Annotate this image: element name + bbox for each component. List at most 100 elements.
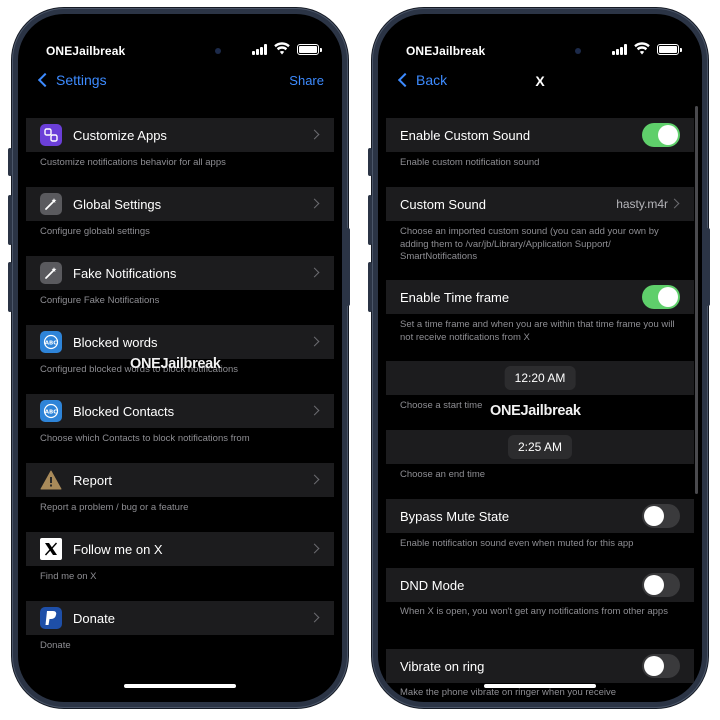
setting-footer: Enable notification sound even when mute… — [400, 538, 634, 549]
paypal-icon — [40, 607, 62, 629]
wand-icon — [40, 193, 62, 215]
back-label: Settings — [56, 72, 107, 88]
setting-label: DND Mode — [400, 577, 465, 593]
menu-item-blocked-words[interactable]: ABC Blocked words — [26, 325, 334, 359]
volume-up-button — [8, 195, 12, 245]
enable-custom-sound-toggle[interactable] — [642, 123, 680, 147]
dnd-mode-row: DND Mode — [386, 568, 694, 602]
menu-item-footer: Configure globabl settings — [40, 226, 150, 237]
battery-icon — [297, 44, 322, 55]
scrollbar[interactable] — [695, 106, 698, 494]
bypass-mute-row: Bypass Mute State — [386, 499, 694, 533]
enable-time-frame-toggle[interactable] — [642, 285, 680, 309]
start-time-picker[interactable]: 12:20 AM — [504, 366, 576, 390]
volume-down-button — [8, 262, 12, 312]
status-bar: ONEJailbreak — [378, 40, 702, 60]
setting-label: Enable Time frame — [400, 289, 510, 305]
watermark: ONEJailbreak — [490, 403, 581, 419]
menu-item-fake-notifications[interactable]: Fake Notifications — [26, 256, 334, 290]
toggle-knob — [658, 125, 678, 145]
setting-label: Enable Custom Sound — [400, 127, 531, 143]
signal-icon — [252, 44, 268, 55]
menu-item-follow-x[interactable]: Follow me on X — [26, 532, 334, 566]
dnd-mode-toggle[interactable] — [642, 573, 680, 597]
menu-item-blocked-contacts[interactable]: ABC Blocked Contacts — [26, 394, 334, 428]
toggle-knob — [644, 575, 664, 595]
menu-item-label: Blocked Contacts — [73, 403, 175, 419]
enable-time-frame-row: Enable Time frame — [386, 280, 694, 314]
chevron-left-icon — [37, 72, 53, 88]
setting-label: Vibrate on ring — [400, 658, 485, 674]
page-title: X — [535, 73, 545, 89]
menu-item-footer: Donate — [40, 640, 71, 651]
battery-icon — [657, 44, 682, 55]
setting-footer: Enable custom notification sound — [400, 157, 540, 168]
chevron-right-icon — [309, 267, 320, 278]
menu-item-report[interactable]: Report — [26, 463, 334, 497]
status-bar: ONEJailbreak — [18, 40, 342, 60]
menu-item-footer: Find me on X — [40, 571, 97, 582]
custom-sound-row[interactable]: Custom Sound hasty.m4r — [386, 187, 694, 221]
setting-footer: Choose an end time — [400, 469, 486, 480]
wand-icon — [40, 262, 62, 284]
mute-switch — [8, 148, 12, 176]
carrier-label: ONEJailbreak — [406, 44, 486, 58]
chevron-right-icon — [309, 129, 320, 140]
home-indicator[interactable] — [484, 684, 596, 688]
svg-text:ABC: ABC — [45, 340, 58, 346]
menu-item-customize-apps[interactable]: Customize Apps — [26, 118, 334, 152]
chevron-right-icon — [309, 543, 320, 554]
chevron-right-icon — [309, 612, 320, 623]
left-phone-frame: ONEJailbreak Settings Share Customize Ap… — [12, 8, 348, 708]
menu-item-footer: Configure Fake Notifications — [40, 295, 160, 306]
settings-screen: ONEJailbreak Settings Share Customize Ap… — [18, 14, 342, 702]
wifi-icon — [634, 42, 650, 55]
menu-item-label: Blocked words — [73, 334, 158, 350]
watermark: ONEJailbreak — [130, 356, 221, 372]
chevron-right-icon — [309, 336, 320, 347]
menu-item-label: Donate — [73, 610, 115, 626]
camera-dot — [575, 48, 581, 54]
end-time-row: 2:25 AM — [386, 430, 694, 464]
power-button — [706, 228, 710, 306]
chevron-right-icon — [309, 474, 320, 485]
signal-icon — [612, 44, 628, 55]
camera-dot — [215, 48, 221, 54]
svg-text:ABC: ABC — [45, 409, 58, 415]
setting-label: Bypass Mute State — [400, 508, 510, 524]
volume-up-button — [368, 195, 372, 245]
vibrate-on-ring-toggle[interactable] — [642, 654, 680, 678]
bypass-mute-toggle[interactable] — [642, 504, 680, 528]
menu-item-label: Global Settings — [73, 196, 162, 212]
setting-label: Custom Sound — [400, 196, 486, 212]
menu-item-label: Report — [73, 472, 113, 488]
share-button[interactable]: Share — [289, 73, 324, 88]
end-time-picker[interactable]: 2:25 AM — [507, 435, 573, 459]
back-button[interactable]: Settings — [36, 72, 107, 88]
menu-item-global-settings[interactable]: Global Settings — [26, 187, 334, 221]
chevron-right-icon — [309, 405, 320, 416]
home-indicator[interactable] — [124, 684, 236, 688]
x-logo-icon — [40, 538, 62, 560]
vibrate-on-ring-row: Vibrate on ring — [386, 649, 694, 683]
setting-footer: Set a time frame and when you are within… — [400, 319, 675, 343]
mute-switch — [368, 148, 372, 176]
chevron-right-icon — [669, 198, 680, 209]
menu-item-label: Follow me on X — [73, 541, 163, 557]
menu-item-footer: Choose which Contacts to block notificat… — [40, 433, 250, 444]
toggle-knob — [658, 287, 678, 307]
power-button — [346, 228, 350, 306]
menu-item-donate[interactable]: Donate — [26, 601, 334, 635]
abc-icon: ABC — [40, 331, 62, 353]
nav-bar: Back X — [378, 70, 702, 94]
setting-footer: When X is open, you won't get any notifi… — [400, 606, 668, 617]
volume-down-button — [368, 262, 372, 312]
toggle-knob — [644, 656, 664, 676]
enable-custom-sound-row: Enable Custom Sound — [386, 118, 694, 152]
menu-item-label: Fake Notifications — [73, 265, 177, 281]
carrier-label: ONEJailbreak — [46, 44, 126, 58]
setting-footer: Choose an imported custom sound (you can… — [400, 226, 659, 262]
toggle-knob — [644, 506, 664, 526]
right-phone-frame: ONEJailbreak Back X Enable Custom Sound … — [372, 8, 708, 708]
setting-footer: Make the phone vibrate on ringer when yo… — [400, 687, 616, 698]
